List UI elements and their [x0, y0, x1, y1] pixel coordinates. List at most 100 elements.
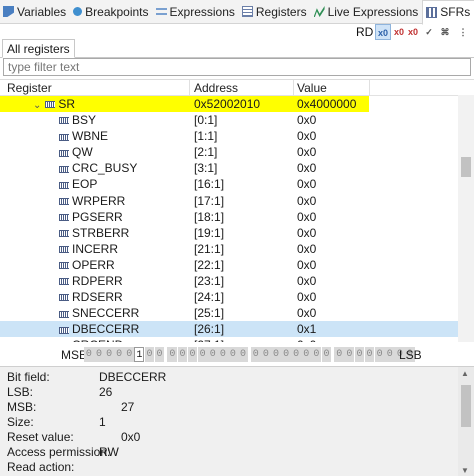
filter-input[interactable] — [3, 58, 471, 76]
bitfield-row[interactable]: WBNE [1:1] 0x0 — [0, 128, 458, 144]
bit-cell[interactable]: 0 — [311, 347, 322, 362]
tab-variables[interactable]: Variables — [0, 0, 70, 24]
column-header-register[interactable]: Register — [7, 81, 52, 95]
bitfield-name: SNECCERR — [72, 306, 140, 321]
bitfield-row[interactable]: RDSERR [24:1] 0x0 — [0, 289, 458, 305]
read-mode-label: RD — [356, 25, 374, 39]
bitfield-icon — [59, 278, 69, 286]
detail-label-read-action: Read action: — [7, 460, 75, 474]
bit-cell[interactable]: 0 — [291, 347, 302, 362]
bitfield-icon — [59, 149, 69, 157]
tab-breakpoints[interactable]: Breakpoints — [70, 0, 152, 24]
bitfield-icon — [59, 326, 69, 334]
bitfield-row[interactable]: RDPERR [23:1] 0x0 — [0, 273, 458, 289]
tab-live-expressions[interactable]: Live Expressions — [311, 0, 423, 24]
bit-cell[interactable]: 0 — [84, 347, 94, 362]
bitfield-name: WRPERR — [72, 193, 126, 208]
scroll-up-icon[interactable]: ▲ — [461, 369, 469, 378]
bitfield-row[interactable]: SNECCERR [25:1] 0x0 — [0, 305, 458, 321]
bitfield-row[interactable]: STRBERR [19:1] 0x0 — [0, 225, 458, 241]
bit-cell[interactable]: 0 — [144, 347, 155, 362]
register-row-sr[interactable]: ⌄ SR 0x52002010 0x4000000 — [0, 96, 369, 113]
bit-cell[interactable]: 0 — [167, 347, 178, 362]
bitfield-value: 0x0 — [297, 306, 317, 321]
bitfield-row[interactable]: BSY [0:1] 0x0 — [0, 112, 458, 128]
bit-cell[interactable]: 0 — [344, 347, 355, 362]
details-scrollbar-thumb[interactable] — [461, 385, 471, 427]
register-subtabs: All registers — [0, 38, 474, 58]
bitfield-value: 0x0 — [297, 129, 317, 144]
bit-cell[interactable]: 0 — [114, 347, 125, 362]
bit-cell[interactable]: 0 — [177, 347, 188, 362]
bit-cell[interactable]: 0 — [228, 347, 238, 362]
bit-cell[interactable]: 0 — [197, 347, 208, 362]
bit-cell[interactable]: 0 — [94, 347, 104, 362]
tab-expressions-label: Expressions — [169, 4, 235, 19]
bitfield-value: 0x0 — [297, 113, 317, 128]
chevron-down-icon[interactable]: ⌄ — [33, 100, 41, 111]
bitfield-row[interactable]: OPERR [22:1] 0x0 — [0, 257, 458, 273]
bitfield-value: 0x0 — [297, 290, 317, 305]
bit-cell[interactable]: 0 — [217, 347, 228, 362]
detail-label-bit-field: Bit field: — [7, 370, 50, 384]
bitfield-value: 0x0 — [297, 177, 317, 192]
bitfield-icon — [59, 246, 69, 254]
table-body: ⌄ SR 0x52002010 0x4000000 BSY [0:1] 0x0 WBNE… — [0, 96, 458, 342]
bit-cell[interactable]: 0 — [301, 347, 312, 362]
bitfield-row[interactable]: WRPERR [17:1] 0x0 — [0, 193, 458, 209]
expressions-icon — [155, 6, 167, 17]
bitfield-name-cell: CRC_BUSY — [59, 161, 137, 175]
bit-cell[interactable]: 0 — [321, 347, 332, 362]
bit-cell[interactable]: 1 — [134, 347, 145, 362]
sfrs-icon — [426, 6, 438, 18]
registers-icon — [241, 6, 253, 17]
bitfield-row[interactable]: CRCEND [27:1] 0x0 — [0, 337, 458, 342]
bit-cell[interactable]: 0 — [374, 347, 385, 362]
bitfield-row[interactable]: CRC_BUSY [3:1] 0x0 — [0, 160, 458, 176]
register-name-cell: ⌄ SR — [33, 97, 75, 111]
bitfield-name: BSY — [72, 113, 97, 128]
bit-cell[interactable]: 0 — [271, 347, 281, 362]
bitfield-row[interactable]: PGSERR [18:1] 0x0 — [0, 209, 458, 225]
bitfield-row[interactable]: DBECCERR [26:1] 0x1 — [0, 321, 458, 338]
bit-cell[interactable]: 0 — [281, 347, 291, 362]
column-header-value[interactable]: Value — [297, 81, 327, 95]
tab-registers[interactable]: Registers — [239, 0, 311, 24]
bit-cell[interactable]: 0 — [384, 347, 395, 362]
bit-cell[interactable]: 0 — [207, 347, 218, 362]
bit-cell[interactable]: 0 — [354, 347, 365, 362]
bitfield-name: STRBERR — [72, 225, 130, 240]
bit-cell[interactable]: 0 — [154, 347, 165, 362]
detail-label-lsb: LSB: — [7, 385, 34, 399]
bitfield-name-cell: RDSERR — [59, 290, 123, 304]
bitfield-range: [2:1] — [194, 145, 218, 160]
detail-value-reset-value: 0x0 — [121, 430, 141, 444]
bit-cell[interactable]: 0 — [238, 347, 248, 362]
bitfield-row[interactable]: QW [2:1] 0x0 — [0, 144, 458, 160]
bit-cell[interactable]: 0 — [261, 347, 271, 362]
bit-cell[interactable]: 0 — [250, 347, 261, 362]
table-scrollbar[interactable] — [458, 95, 474, 342]
column-header-address[interactable]: Address — [194, 81, 238, 95]
tab-all-registers[interactable]: All registers — [2, 39, 75, 58]
bit-cell[interactable]: 0 — [334, 347, 345, 362]
bitfield-value: 0x0 — [297, 209, 317, 224]
details-scrollbar[interactable]: ▲ ▼ — [458, 367, 474, 476]
bitfield-row[interactable]: INCERR [21:1] 0x0 — [0, 241, 458, 257]
bit-cell[interactable]: 0 — [104, 347, 114, 362]
tab-expressions[interactable]: Expressions — [153, 0, 239, 24]
bitfield-row[interactable]: EOP [16:1] 0x0 — [0, 176, 458, 192]
table-scrollbar-thumb[interactable] — [461, 157, 471, 177]
bitfield-icon — [59, 181, 69, 189]
bitfield-range: [17:1] — [194, 193, 225, 208]
tab-registers-label: Registers — [255, 4, 307, 19]
bit-cell[interactable]: 0 — [187, 347, 198, 362]
column-divider[interactable] — [293, 80, 294, 96]
bitfield-range: [1:1] — [194, 129, 218, 144]
scroll-down-icon[interactable]: ▼ — [461, 466, 469, 475]
bit-cell[interactable]: 0 — [124, 347, 135, 362]
tab-sfrs[interactable]: SFRs ✕ — [422, 0, 474, 25]
bit-cell[interactable]: 0 — [364, 347, 375, 362]
column-divider[interactable] — [369, 80, 370, 96]
column-divider[interactable] — [189, 80, 190, 96]
